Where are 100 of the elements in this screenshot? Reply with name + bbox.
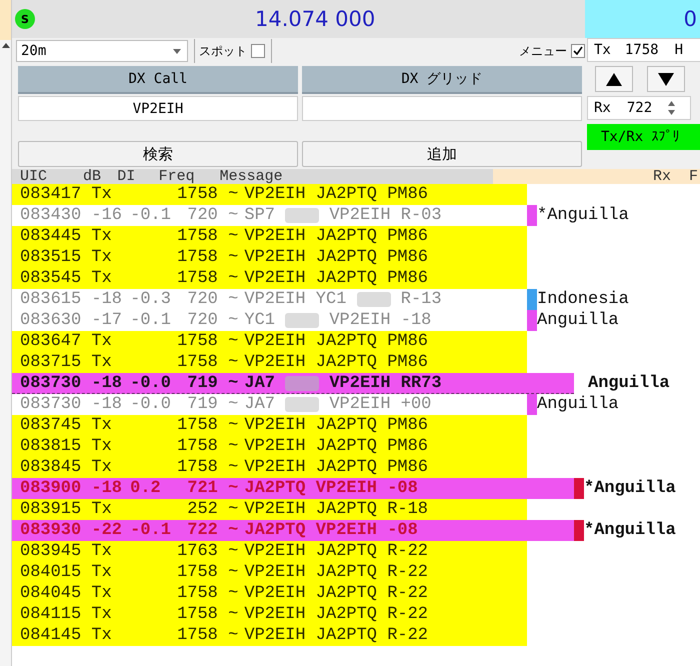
mode-cell-text: ~ bbox=[228, 625, 240, 646]
message-row[interactable]: 084115 Tx 1758 ~ VP2EIH JA2PTQ R-22 bbox=[12, 604, 527, 625]
down-button[interactable] bbox=[647, 66, 685, 92]
time-cell-text: 083515 bbox=[20, 247, 82, 268]
band-dropdown[interactable]: 20m bbox=[16, 40, 188, 62]
time-cell-text: 083930 bbox=[20, 520, 82, 541]
message-row[interactable]: 083945 Tx 1763 ~ VP2EIH JA2PTQ R-22 bbox=[12, 541, 527, 562]
mode-cell-text: ~ bbox=[228, 583, 240, 604]
country-text: *Anguilla bbox=[537, 205, 629, 226]
snr-cell-text: Tx bbox=[91, 541, 113, 562]
dx-call-field[interactable]: VP2EIH bbox=[18, 96, 298, 121]
message-row[interactable]: 083417 Tx 1758 ~ VP2EIH JA2PTQ PM86 bbox=[12, 184, 527, 205]
snr-cell-text: Tx bbox=[91, 415, 113, 436]
freq-cell-text: 1758 bbox=[176, 604, 218, 625]
snr-cell-text: Tx bbox=[91, 226, 113, 247]
message-row[interactable]: 083730 -18 -0.0 719 ~ JA7 VP2EIH RR73 bbox=[12, 373, 574, 394]
freq-cell-text: 1758 bbox=[176, 184, 218, 205]
up-triangle-icon bbox=[606, 72, 622, 86]
mode-cell-text: ~ bbox=[228, 372, 240, 394]
time-cell-text: 084115 bbox=[20, 604, 82, 625]
mode-cell-text: ~ bbox=[228, 184, 240, 205]
snr-cell-text: -18 bbox=[91, 289, 123, 310]
message-text: SP7 bbox=[244, 205, 275, 226]
time-cell-text: 083630 bbox=[20, 310, 82, 331]
dx-grid-button[interactable]: DX グリッド bbox=[302, 66, 582, 94]
message-row[interactable]: 084045 Tx 1758 ~ VP2EIH JA2PTQ R-22 bbox=[12, 583, 527, 604]
freq-cell-text: 1763 bbox=[176, 541, 218, 562]
message-text: VP2EIH JA2PTQ PM86 bbox=[244, 457, 428, 478]
snr-cell-text: Tx bbox=[91, 268, 113, 289]
tx-rx-split-button[interactable]: Tx/Rx ｽﾌﾟﾘ bbox=[587, 124, 700, 150]
time-cell-text: 083900 bbox=[20, 478, 82, 499]
message-text: VP2EIH JA2PTQ R-18 bbox=[244, 499, 428, 520]
freq-cell-text: 1758 bbox=[176, 331, 218, 352]
message-row[interactable]: 083545 Tx 1758 ~ VP2EIH JA2PTQ PM86 bbox=[12, 268, 527, 289]
time-cell-text: 083815 bbox=[20, 436, 82, 457]
message-text: VP2EIH JA2PTQ PM86 bbox=[244, 436, 428, 457]
action-button[interactable]: 検索 bbox=[18, 141, 298, 167]
snr-cell-text: Tx bbox=[91, 625, 113, 646]
mode-cell-text: ~ bbox=[228, 415, 240, 436]
message-row[interactable]: 083915 Tx 252 ~ VP2EIH JA2PTQ R-18 bbox=[12, 499, 527, 520]
spot-checkbox[interactable] bbox=[251, 44, 265, 58]
up-button[interactable] bbox=[595, 66, 633, 92]
message-row[interactable]: 084145 Tx 1758 ~ VP2EIH JA2PTQ R-22 bbox=[12, 625, 527, 646]
message-row[interactable]: 083445 Tx 1758 ~ VP2EIH JA2PTQ PM86 bbox=[12, 226, 527, 247]
mode-cell-text: ~ bbox=[228, 247, 240, 268]
snr-cell-text: Tx bbox=[91, 331, 113, 352]
mode-cell-text: ~ bbox=[228, 226, 240, 247]
message-row[interactable]: 083815 Tx 1758 ~ VP2EIH JA2PTQ PM86 bbox=[12, 436, 527, 457]
column-header: DI bbox=[117, 169, 136, 184]
freq-cell-text: 721 bbox=[186, 478, 218, 499]
dt-cell: -0.1 bbox=[130, 310, 171, 331]
mode-cell-text: ~ bbox=[228, 205, 240, 226]
mode-cell-text: ~ bbox=[228, 331, 240, 352]
country-text: Anguilla bbox=[588, 373, 670, 394]
mode-cell-text: ~ bbox=[228, 562, 240, 583]
freq-cell-text: 1758 bbox=[176, 268, 218, 289]
snr-cell-text: Tx bbox=[91, 436, 113, 457]
status-indicator: S bbox=[15, 9, 35, 29]
down-triangle-icon bbox=[658, 72, 674, 86]
country-text: Anguilla bbox=[537, 394, 619, 415]
message-text: VP2EIH JA2PTQ PM86 bbox=[244, 247, 428, 268]
time-cell-text: 084015 bbox=[20, 562, 82, 583]
message-row[interactable]: 084015 Tx 1758 ~ VP2EIH JA2PTQ R-22 bbox=[12, 562, 527, 583]
message-text: VP2EIH JA2PTQ PM86 bbox=[244, 268, 428, 289]
time-cell-text: 083945 bbox=[20, 541, 82, 562]
mode-cell-text: ~ bbox=[228, 604, 240, 625]
snr-cell-text: Tx bbox=[91, 352, 113, 373]
country-text: Indonesia bbox=[537, 289, 629, 310]
snr-cell-text: -18 bbox=[91, 372, 123, 394]
freq-cell-text: 720 bbox=[186, 205, 218, 226]
time-cell-text: 083545 bbox=[20, 268, 82, 289]
mode-cell-text: ~ bbox=[228, 352, 240, 373]
dt-cell: -0.0 bbox=[130, 394, 171, 415]
snr-cell-text: Tx bbox=[91, 562, 113, 583]
tx-frequency-field[interactable]: Tx 1758 H bbox=[587, 38, 700, 62]
menu-checkbox[interactable] bbox=[571, 44, 585, 58]
column-header: Message bbox=[220, 169, 283, 184]
message-text: VP2EIH JA2PTQ PM86 bbox=[244, 352, 428, 373]
snr-cell-text: Tx bbox=[91, 457, 113, 478]
action-button[interactable]: 追加 bbox=[302, 141, 582, 167]
snr-cell-text: -17 bbox=[91, 310, 123, 331]
message-row[interactable]: 083745 Tx 1758 ~ VP2EIH JA2PTQ PM86 bbox=[12, 415, 527, 436]
message-text: VP2EIH -18 bbox=[329, 310, 432, 331]
message-text: R-13 bbox=[400, 289, 442, 310]
dx-grid-field[interactable] bbox=[302, 96, 582, 121]
frequency-text: 14.074 000 bbox=[255, 7, 376, 31]
message-row[interactable]: 083715 Tx 1758 ~ VP2EIH JA2PTQ PM86 bbox=[12, 352, 527, 373]
dx-call-button[interactable]: DX Call bbox=[18, 66, 298, 94]
message-row[interactable]: 083647 Tx 1758 ~ VP2EIH JA2PTQ PM86 bbox=[12, 331, 527, 352]
snr-cell-text: -18 bbox=[91, 478, 123, 499]
freq-cell-text: 1758 bbox=[176, 226, 218, 247]
message-row[interactable]: 083515 Tx 1758 ~ VP2EIH JA2PTQ PM86 bbox=[12, 247, 527, 268]
scroll-up-arrow-icon[interactable] bbox=[2, 42, 10, 48]
mode-cell-text: ~ bbox=[228, 520, 240, 541]
rx-frequency-spinbox[interactable]: Rx 722 bbox=[587, 96, 691, 120]
message-row[interactable]: 083845 Tx 1758 ~ VP2EIH JA2PTQ PM86 bbox=[12, 457, 527, 478]
mode-cell-text: ~ bbox=[228, 436, 240, 457]
time-cell-text: 083715 bbox=[20, 352, 82, 373]
freq-cell-text: 719 bbox=[186, 394, 218, 415]
spin-arrows-icon bbox=[668, 100, 676, 116]
